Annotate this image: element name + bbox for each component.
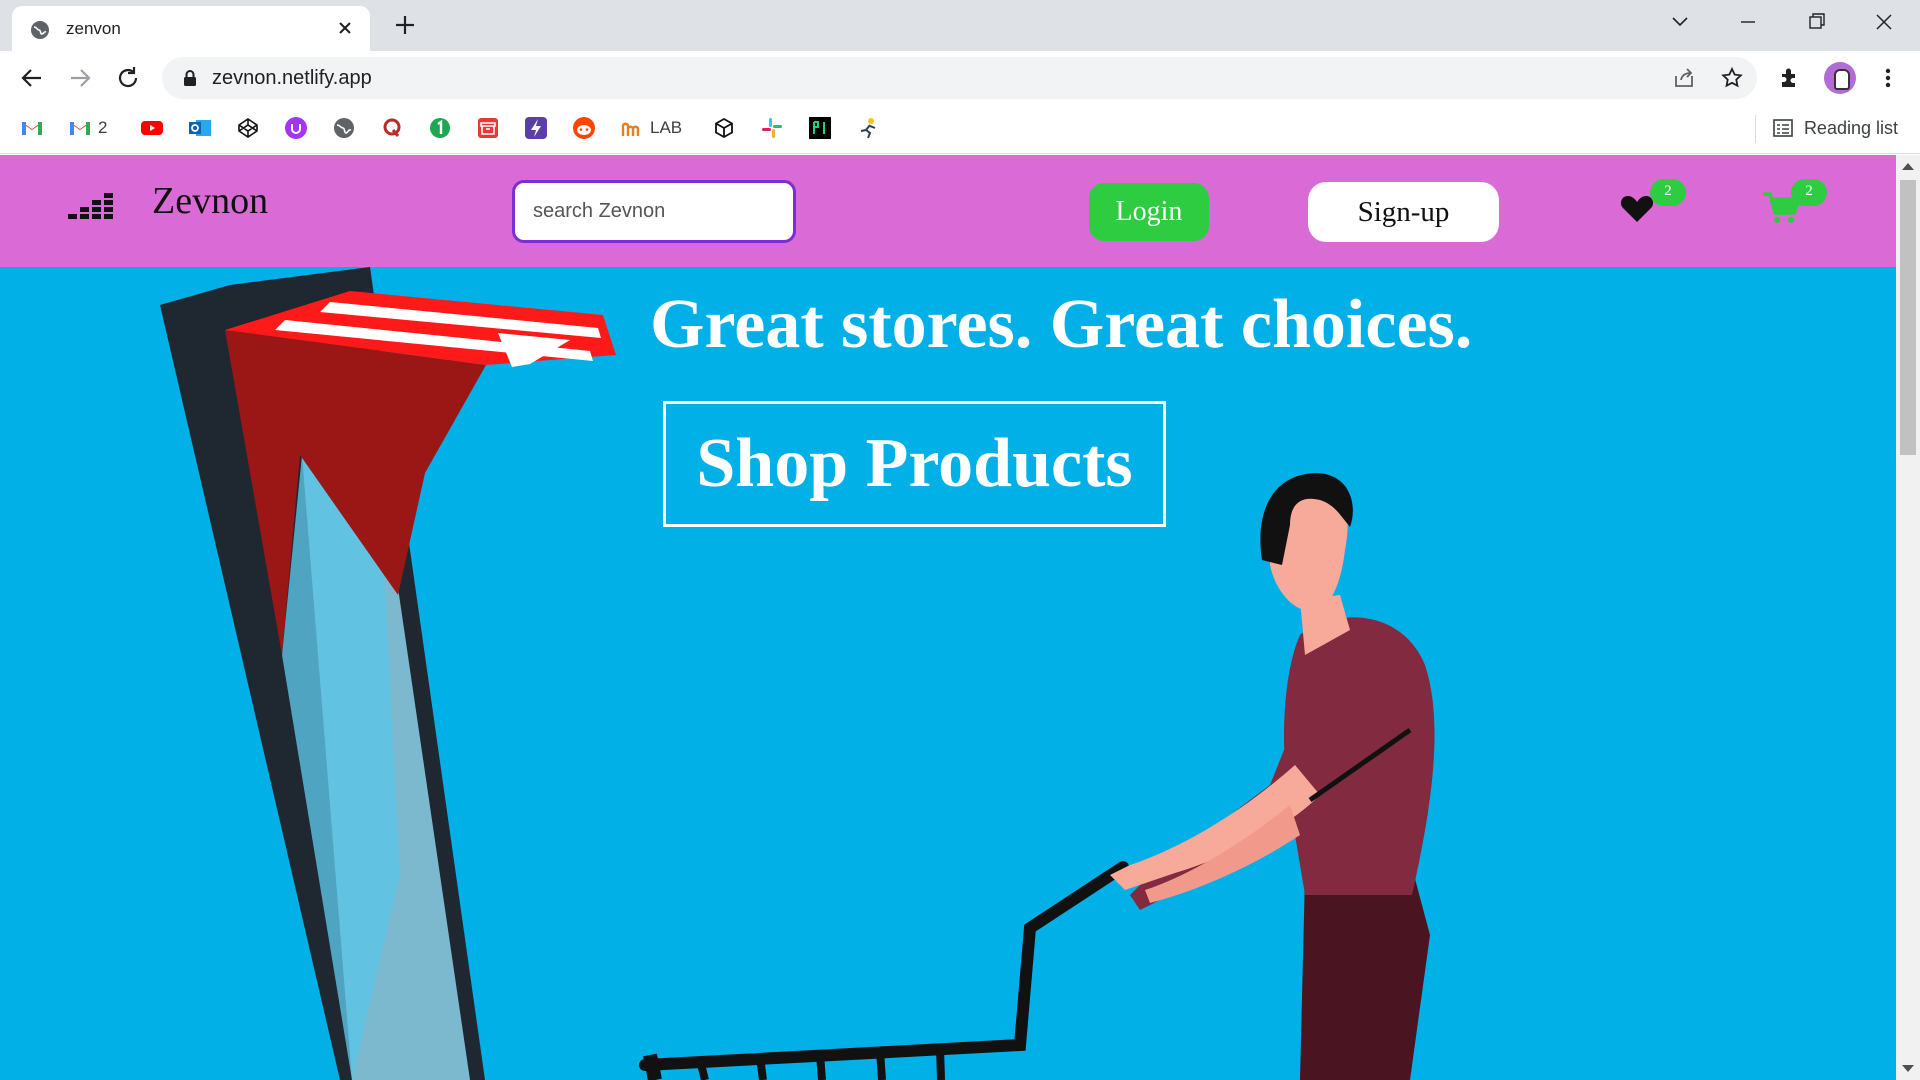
bookmark-item[interactable] xyxy=(760,116,784,140)
forward-icon[interactable] xyxy=(66,64,94,92)
more-menu-icon[interactable] xyxy=(1874,64,1902,92)
bookmark-item[interactable] xyxy=(20,116,44,140)
lock-icon xyxy=(184,70,196,86)
new-tab-icon[interactable] xyxy=(392,12,418,38)
codepen-icon xyxy=(238,118,258,138)
bookmark-label: LAB xyxy=(650,118,683,137)
tab-search-icon[interactable] xyxy=(1662,8,1698,36)
address-bar[interactable]: zevnon.netlify.app xyxy=(162,57,1757,99)
browser-toolbar: zevnon.netlify.app xyxy=(0,51,1920,105)
gmail-icon xyxy=(22,122,42,135)
bookmark-label: 2 xyxy=(98,118,108,137)
close-window-icon[interactable] xyxy=(1866,8,1902,36)
bookmark-item[interactable] xyxy=(380,116,404,140)
scrollbar-thumb[interactable] xyxy=(1900,180,1916,455)
reload-icon[interactable] xyxy=(114,64,142,92)
brand-name[interactable]: Zevnon xyxy=(152,179,268,223)
bookmark-item[interactable]: LAB xyxy=(620,116,682,140)
archive-icon xyxy=(478,118,498,138)
minimize-icon[interactable] xyxy=(1730,8,1766,36)
signup-button[interactable]: Sign-up xyxy=(1308,182,1499,242)
bookmark-item[interactable] xyxy=(712,116,736,140)
pi-icon xyxy=(809,117,831,139)
wishlist-heart-icon[interactable] xyxy=(1620,193,1654,223)
scroll-down-arrow-icon[interactable] xyxy=(1902,1065,1914,1072)
bookmark-item[interactable]: 2 xyxy=(68,116,107,140)
search-input[interactable] xyxy=(512,180,796,243)
bookmark-item[interactable] xyxy=(524,116,548,140)
profile-avatar[interactable] xyxy=(1824,62,1856,94)
lab-icon xyxy=(621,122,640,136)
tab-strip: zenvon xyxy=(0,0,1920,51)
gmail-icon xyxy=(70,122,90,135)
bookmark-item[interactable] xyxy=(808,116,832,140)
bolt-icon xyxy=(525,117,547,139)
runner-icon xyxy=(860,118,876,139)
bookmark-item[interactable] xyxy=(140,116,164,140)
globe-icon xyxy=(31,21,49,39)
bookmark-item[interactable] xyxy=(332,116,356,140)
hero-title: Great stores. Great choices. xyxy=(650,286,1473,363)
reading-list-button[interactable]: Reading list xyxy=(1772,117,1898,139)
close-tab-icon[interactable] xyxy=(334,17,356,39)
bookmark-item[interactable] xyxy=(428,116,452,140)
outlook-icon xyxy=(189,120,211,136)
bookmark-star-icon[interactable] xyxy=(1720,66,1744,90)
browser-tab[interactable]: zenvon xyxy=(12,6,370,51)
bookmark-item[interactable] xyxy=(476,116,500,140)
bookmark-item[interactable] xyxy=(188,116,212,140)
cart-count-badge: 2 xyxy=(1791,179,1827,206)
restore-icon[interactable] xyxy=(1798,8,1834,36)
bookmark-item[interactable] xyxy=(572,116,596,140)
youtube-icon xyxy=(141,121,163,135)
bookmark-item[interactable] xyxy=(236,116,260,140)
udemy-icon xyxy=(285,117,307,139)
login-button[interactable]: Login xyxy=(1089,183,1209,241)
page-viewport: Zevnon Login Sign-up 2 2 Great stores. G… xyxy=(0,155,1896,1080)
reading-list-icon xyxy=(1773,119,1793,137)
bookmarks-bar: 2 LAB Reading list xyxy=(0,105,1920,154)
back-icon[interactable] xyxy=(18,64,46,92)
reddit-icon xyxy=(573,117,595,139)
quora-icon xyxy=(383,118,401,137)
share-icon[interactable] xyxy=(1672,66,1696,90)
tab-title: zenvon xyxy=(66,19,121,38)
bookmark-item[interactable] xyxy=(284,116,308,140)
globe-icon xyxy=(334,118,354,138)
site-header: Zevnon Login Sign-up 2 2 xyxy=(0,155,1896,267)
scroll-up-arrow-icon[interactable] xyxy=(1902,163,1914,170)
page-scrollbar[interactable] xyxy=(1896,155,1920,1080)
one-icon xyxy=(430,118,450,138)
shop-products-button[interactable]: Shop Products xyxy=(663,401,1166,527)
reading-list-label: Reading list xyxy=(1803,117,1898,138)
logo-icon xyxy=(68,193,113,219)
bookmark-divider xyxy=(1755,115,1756,143)
wishlist-count-badge: 2 xyxy=(1650,179,1686,206)
slack-icon xyxy=(762,118,782,138)
bookmark-item[interactable] xyxy=(856,116,880,140)
extensions-icon[interactable] xyxy=(1776,64,1804,92)
cube-icon xyxy=(715,117,733,139)
url-text: zevnon.netlify.app xyxy=(212,67,372,89)
